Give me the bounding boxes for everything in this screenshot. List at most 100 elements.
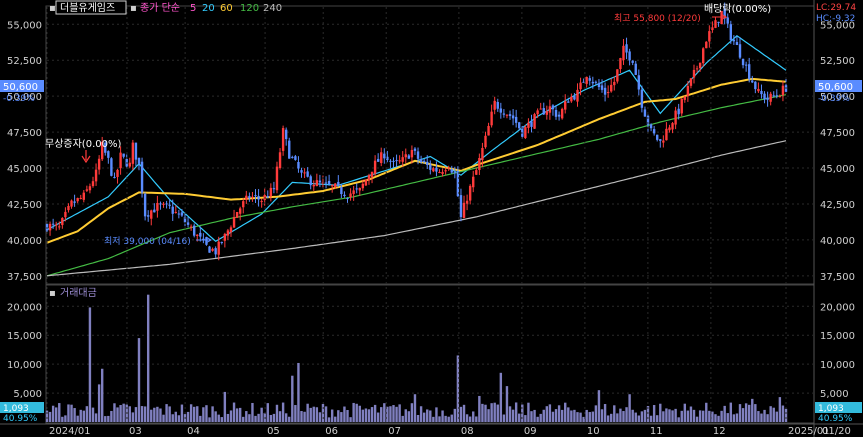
candle[interactable] <box>128 162 131 167</box>
candle[interactable] <box>416 151 420 159</box>
candle[interactable] <box>422 160 426 163</box>
volume-bar[interactable] <box>373 404 377 422</box>
candle[interactable] <box>508 114 512 116</box>
candle[interactable] <box>481 147 484 160</box>
candle[interactable] <box>278 152 282 168</box>
candle[interactable] <box>686 86 690 97</box>
volume-bar[interactable] <box>395 406 398 422</box>
volume-bar[interactable] <box>223 391 227 422</box>
volume-bar[interactable] <box>444 415 447 422</box>
volume-bar[interactable] <box>208 417 211 422</box>
volume-bar[interactable] <box>162 414 165 422</box>
volume-bar[interactable] <box>217 414 220 422</box>
volume-bar[interactable] <box>334 416 337 422</box>
candle[interactable] <box>235 211 239 218</box>
volume-bar[interactable] <box>493 402 496 422</box>
candle[interactable] <box>597 83 601 88</box>
volume-bar[interactable] <box>462 404 466 422</box>
volume-bar[interactable] <box>622 411 625 422</box>
candle[interactable] <box>659 139 662 141</box>
volume-bar[interactable] <box>272 413 276 422</box>
candle[interactable] <box>649 124 653 129</box>
candle[interactable] <box>168 204 171 206</box>
candle[interactable] <box>705 41 708 49</box>
candle[interactable] <box>772 95 775 97</box>
volume-bar[interactable] <box>625 407 628 422</box>
candle[interactable] <box>760 90 763 95</box>
candle[interactable] <box>358 187 361 191</box>
volume-bar[interactable] <box>128 406 131 422</box>
volume-bar[interactable] <box>156 406 159 422</box>
candle[interactable] <box>450 168 453 173</box>
volume-bar[interactable] <box>64 415 67 422</box>
candle[interactable] <box>616 69 619 82</box>
volume-bar[interactable] <box>349 417 352 422</box>
volume-bar[interactable] <box>416 414 420 422</box>
candle[interactable] <box>380 152 383 164</box>
candle[interactable] <box>272 188 276 190</box>
candle[interactable] <box>159 203 162 205</box>
volume-bar[interactable] <box>668 409 671 422</box>
candle[interactable] <box>150 210 153 219</box>
volume-bar[interactable] <box>346 410 349 422</box>
volume-bar[interactable] <box>324 406 328 422</box>
volume-bar[interactable] <box>404 409 407 422</box>
volume-bar[interactable] <box>735 413 739 422</box>
candle[interactable] <box>579 82 582 90</box>
volume-bar[interactable] <box>619 408 622 422</box>
candle[interactable] <box>407 155 411 159</box>
volume-bar[interactable] <box>291 375 294 422</box>
volume-bar[interactable] <box>260 407 263 422</box>
volume-bar[interactable] <box>202 407 205 422</box>
volume-bar[interactable] <box>708 410 711 422</box>
volume-bar[interactable] <box>717 415 720 422</box>
candle[interactable] <box>346 198 349 200</box>
volume-bar[interactable] <box>257 413 260 422</box>
candle[interactable] <box>628 51 631 61</box>
candle[interactable] <box>603 87 607 95</box>
volume-bar[interactable] <box>392 405 395 422</box>
candle[interactable] <box>291 156 294 158</box>
candle[interactable] <box>51 223 55 225</box>
volume-bar[interactable] <box>284 413 288 422</box>
candle[interactable] <box>373 160 377 174</box>
volume-bar[interactable] <box>137 338 141 422</box>
volume-bar[interactable] <box>383 403 386 422</box>
candle[interactable] <box>640 89 644 108</box>
volume-bar[interactable] <box>429 410 432 422</box>
volume-bar[interactable] <box>508 406 512 422</box>
volume-bar[interactable] <box>361 409 365 422</box>
volume-bar[interactable] <box>705 402 708 422</box>
candle[interactable] <box>364 179 368 186</box>
volume-bar[interactable] <box>478 395 481 422</box>
candle[interactable] <box>711 27 714 31</box>
volume-bar[interactable] <box>232 402 236 422</box>
volume-bar[interactable] <box>643 409 647 422</box>
candle[interactable] <box>248 196 251 199</box>
volume-bar[interactable] <box>327 417 331 422</box>
volume-bar[interactable] <box>514 402 518 422</box>
volume-bar[interactable] <box>766 414 769 422</box>
volume-bar[interactable] <box>594 405 598 422</box>
candle[interactable] <box>94 169 98 182</box>
volume-bar[interactable] <box>306 403 309 422</box>
candle[interactable] <box>171 206 174 214</box>
candle[interactable] <box>245 195 248 200</box>
candle[interactable] <box>757 88 760 92</box>
volume-bar[interactable] <box>401 415 404 422</box>
volume-bar[interactable] <box>671 410 674 422</box>
volume-bar[interactable] <box>180 404 184 422</box>
candle[interactable] <box>162 203 165 205</box>
volume-bar[interactable] <box>760 413 763 422</box>
candle[interactable] <box>284 129 288 140</box>
candle[interactable] <box>254 195 257 197</box>
volume-bar[interactable] <box>554 409 558 422</box>
candle[interactable] <box>174 211 177 213</box>
candle[interactable] <box>70 200 73 207</box>
candle[interactable] <box>726 17 729 24</box>
candle[interactable] <box>137 157 141 164</box>
volume-bar[interactable] <box>248 414 251 422</box>
volume-bar[interactable] <box>475 416 478 422</box>
volume-bar[interactable] <box>61 416 64 422</box>
candle[interactable] <box>88 186 92 191</box>
